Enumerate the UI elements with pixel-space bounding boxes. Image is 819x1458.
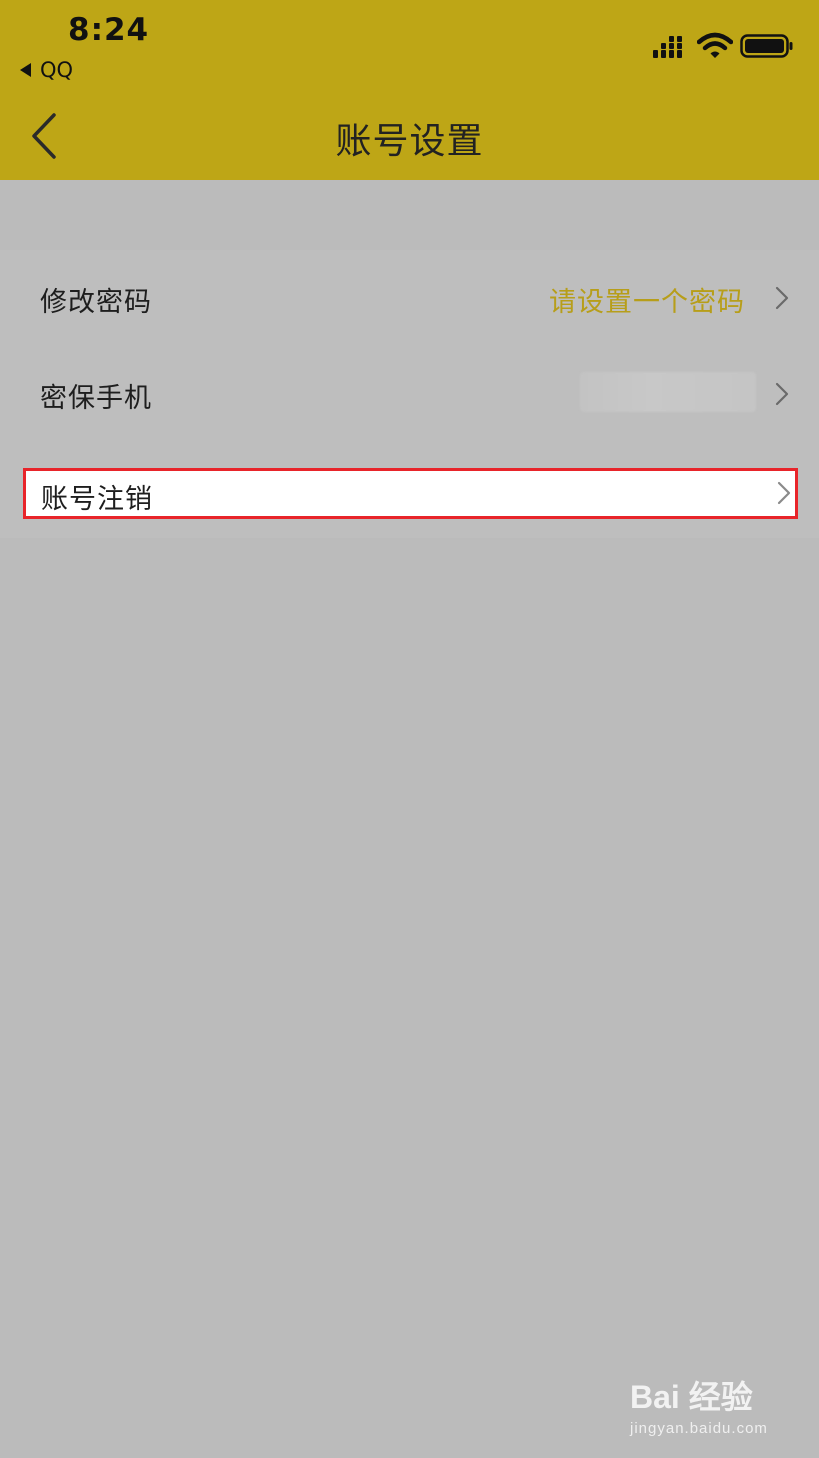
row-label: 账号注销	[41, 484, 153, 515]
back-to-app-link[interactable]: QQ	[20, 58, 73, 82]
row-value: 请设置一个密码	[549, 287, 745, 318]
row-label: 修改密码	[40, 287, 152, 318]
watermark-logo: Bai 经验	[630, 1379, 753, 1415]
back-app-label: QQ	[40, 58, 74, 82]
settings-row-security-phone[interactable]: 密保手机	[0, 346, 819, 442]
status-time: 8:24	[68, 12, 150, 48]
baidu-jingyan-watermark: Bai 经验 jingyan.baidu.com	[630, 1372, 800, 1442]
page-title: 账号设置	[335, 121, 484, 162]
blurred-phone-number	[580, 372, 756, 412]
wifi-icon	[697, 32, 733, 58]
row-label: 密保手机	[40, 383, 152, 414]
battery-icon	[740, 34, 793, 58]
settings-row-change-password[interactable]: 修改密码 请设置一个密码	[0, 250, 819, 346]
watermark-url: jingyan.baidu.com	[630, 1420, 768, 1437]
back-triangle-icon	[20, 63, 31, 77]
settings-row-account-cancellation[interactable]: 账号注销	[23, 468, 798, 519]
signal-icon	[653, 36, 682, 58]
chevron-right-icon	[775, 286, 789, 310]
chevron-right-icon	[775, 382, 789, 406]
chevron-right-icon	[777, 481, 791, 505]
top-header: 8:24 QQ 账号设置	[0, 0, 819, 180]
